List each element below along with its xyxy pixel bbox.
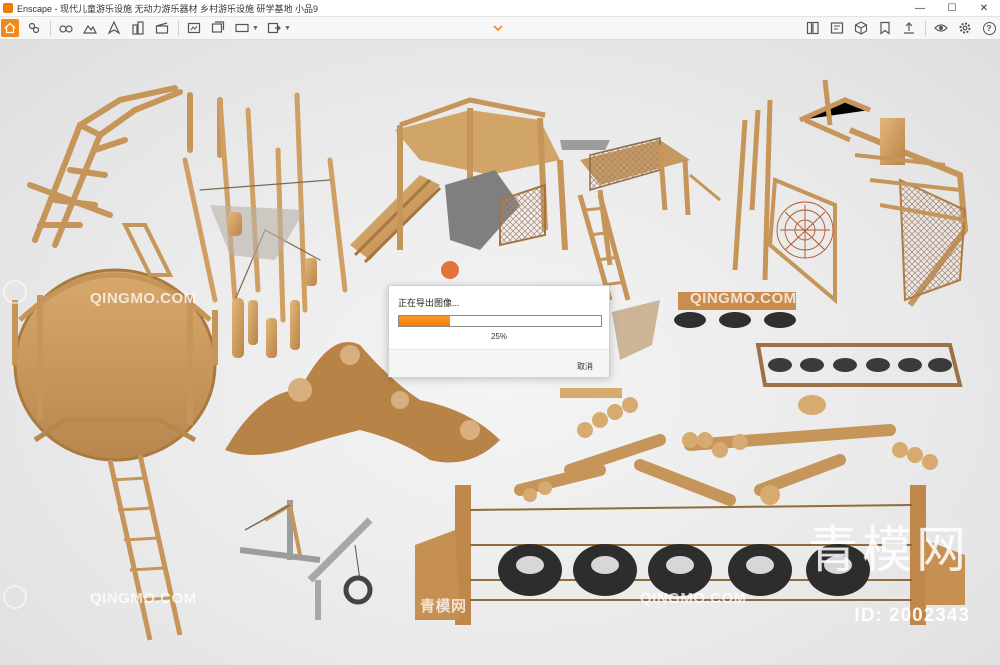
asset-id-label: ID: 2002343 <box>854 605 970 626</box>
watermark-logo-icon <box>3 280 27 304</box>
home-icon <box>4 22 16 34</box>
chevron-down-icon <box>493 25 503 31</box>
uploads-icon <box>904 22 914 34</box>
mountain-icon <box>83 24 97 34</box>
watermark-logo-icon <box>3 585 27 609</box>
asset-library-button[interactable] <box>804 19 822 37</box>
panorama-button[interactable] <box>233 19 251 37</box>
dialog-title: 正在导出图像... <box>398 298 460 308</box>
toolbar-separator <box>178 20 179 36</box>
enscape-logo-icon <box>3 3 13 13</box>
compass-icon <box>107 21 121 35</box>
main-toolbar: ▼ ▼ ? <box>0 17 1000 40</box>
toolbar-right-group: ? <box>798 19 998 37</box>
progress-bar <box>398 315 602 327</box>
eye-button[interactable] <box>932 19 950 37</box>
chevron-down-icon[interactable]: ▼ <box>252 25 259 32</box>
dialog-footer <box>389 349 609 377</box>
bookmark-icon <box>880 21 890 35</box>
progress-bar-fill <box>399 316 450 326</box>
loading-marker <box>441 261 459 279</box>
chevron-down-icon[interactable]: ▼ <box>284 25 291 32</box>
compass-button[interactable] <box>105 19 123 37</box>
settings-sliders-icon <box>28 22 40 34</box>
settings-button[interactable] <box>956 19 974 37</box>
screenshot-icon <box>187 22 201 34</box>
brand-watermark: 青模网 <box>808 521 970 579</box>
minimize-button[interactable]: — <box>904 0 936 17</box>
binoculars-icon <box>59 25 73 33</box>
cancel-button[interactable]: 取消 <box>577 361 593 372</box>
material-editor-icon <box>830 22 844 34</box>
export-button[interactable] <box>265 19 283 37</box>
watermark: QINGMO.COM <box>90 290 197 307</box>
title-bar: Enscape - 现代儿童游乐设施 无动力游乐器材 乡村游乐设施 研学基地 小… <box>0 0 1000 17</box>
watermark: QINGMO.COM <box>640 590 747 607</box>
screenshot-button[interactable] <box>185 19 203 37</box>
stone-slab <box>612 300 660 360</box>
pole-cluster <box>182 92 348 323</box>
help-button[interactable]: ? <box>980 19 998 37</box>
climbing-frame-left <box>27 85 223 248</box>
mountain-button[interactable] <box>81 19 99 37</box>
watermark: 青模网 <box>420 598 467 615</box>
maximize-button[interactable]: ☐ <box>936 0 968 17</box>
clapper-button[interactable] <box>153 19 171 37</box>
export-icon <box>267 22 281 34</box>
panorama-icon <box>235 23 249 33</box>
round-tower <box>12 223 218 641</box>
window-title: Enscape - 现代儿童游乐设施 无动力游乐器材 乡村游乐设施 研学基地 小… <box>17 3 319 14</box>
clapper-icon <box>155 22 169 34</box>
binoculars-button[interactable] <box>57 19 75 37</box>
watermark: QINGMO.COM <box>90 590 197 607</box>
toolbar-separator <box>50 20 51 36</box>
watermark: QINGMO.COM <box>690 290 797 307</box>
home-button[interactable] <box>1 19 19 37</box>
export-progress-dialog: 正在导出图像... 25% 取消 <box>388 285 610 377</box>
cube-icon <box>854 21 868 35</box>
spider-web-frame <box>689 99 837 305</box>
rope-net-left <box>210 205 305 260</box>
progress-percent: 25% <box>490 332 507 341</box>
ladder-net-frame <box>798 79 969 307</box>
help-icon: ? <box>982 21 996 35</box>
cube-button[interactable] <box>852 19 870 37</box>
gear-icon <box>959 22 971 34</box>
close-button[interactable]: ✕ <box>968 0 1000 17</box>
collapse-toolbar-button[interactable] <box>491 21 505 35</box>
settings-sliders-button[interactable] <box>25 19 43 37</box>
material-editor-button[interactable] <box>828 19 846 37</box>
eye-icon <box>934 24 948 32</box>
city-button[interactable] <box>129 19 147 37</box>
batch-render-button[interactable] <box>209 19 227 37</box>
city-icon <box>132 21 144 35</box>
toolbar-separator <box>925 20 926 36</box>
bookmark-button[interactable] <box>876 19 894 37</box>
small-tire-balance <box>755 343 963 387</box>
central-tower-bridge <box>350 97 691 301</box>
swing-frames <box>239 500 373 620</box>
batch-render-icon <box>211 21 225 33</box>
asset-library-icon <box>806 21 819 35</box>
uploads-button[interactable] <box>900 19 918 37</box>
